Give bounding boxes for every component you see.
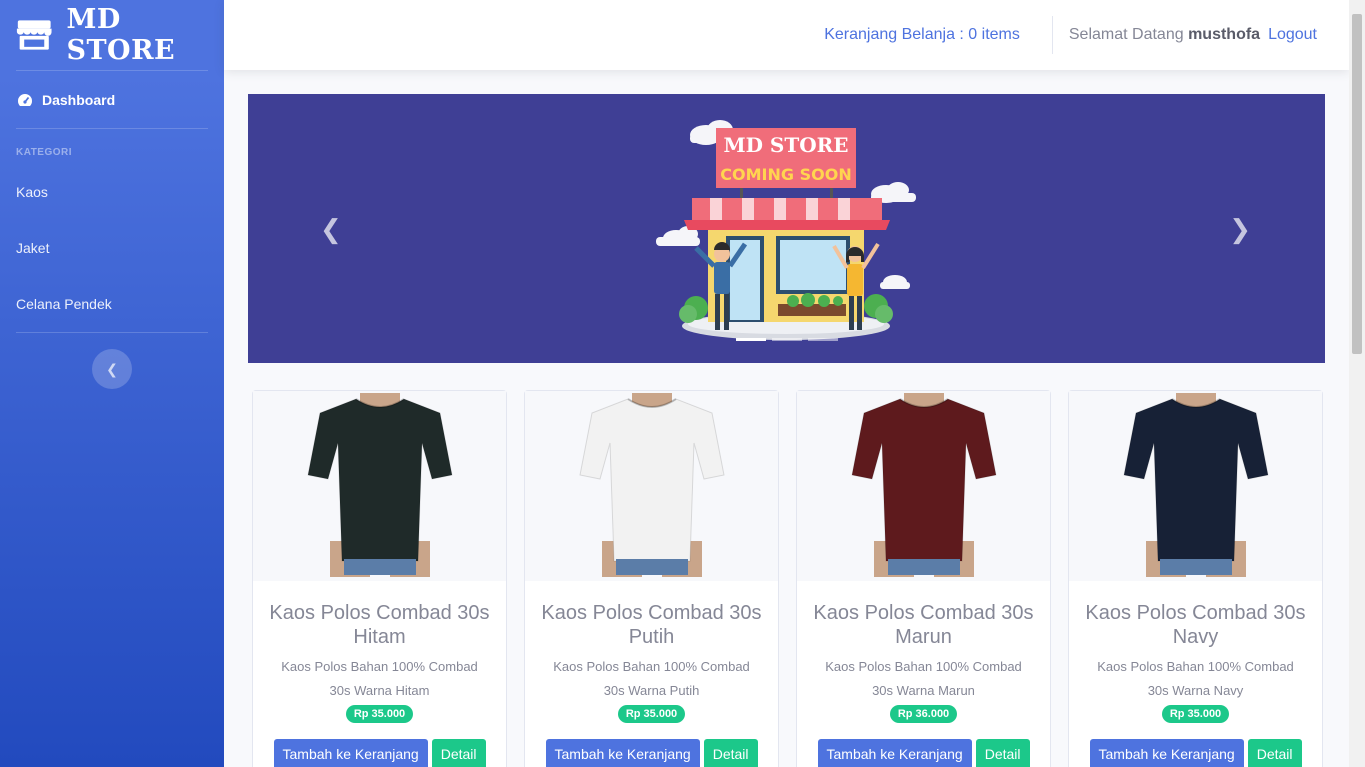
product-card: Kaos Polos Combad 30s Putih Kaos Polos B…	[524, 390, 779, 767]
banner-sign-subtitle: COMING SOON	[720, 165, 851, 184]
add-to-cart-button[interactable]: Tambah ke Keranjang	[273, 739, 428, 767]
carousel-indicator[interactable]	[735, 338, 766, 341]
banner-sign-title: MD STORE	[723, 133, 848, 157]
tachometer-icon	[17, 93, 33, 106]
product-description: Kaos Polos Bahan 100% Combad 30s Warna P…	[553, 659, 750, 698]
sidebar-item-label: Dashboard	[42, 91, 116, 108]
carousel-indicator[interactable]	[771, 338, 802, 341]
store-illustration: MD STORE COMING SOON	[656, 120, 916, 340]
brand[interactable]: MD STORE	[0, 0, 224, 70]
detail-button[interactable]: Detail	[975, 739, 1030, 767]
sidebar-toggle-button[interactable]: ❮	[92, 349, 132, 389]
topbar-divider	[1051, 16, 1053, 54]
sidebar-item-label: Celana Pendek	[16, 296, 112, 312]
logout-link[interactable]: Logout	[1268, 26, 1317, 44]
product-description: Kaos Polos Bahan 100% Combad 30s Warna N…	[1097, 659, 1294, 698]
scrollbar-thumb[interactable]	[1352, 14, 1362, 354]
username: musthofa	[1188, 26, 1261, 43]
product-image	[525, 391, 778, 581]
sidebar-item-jaket[interactable]: Jaket	[0, 220, 224, 276]
product-description: Kaos Polos Bahan 100% Combad 30s Warna M…	[825, 659, 1022, 698]
add-to-cart-button[interactable]: Tambah ke Keranjang	[1089, 739, 1244, 767]
product-image	[797, 391, 1050, 581]
detail-button[interactable]: Detail	[1247, 739, 1302, 767]
brand-name: MD STORE	[66, 4, 176, 66]
store-icon	[16, 20, 52, 50]
price-badge: Rp 35.000	[345, 705, 414, 723]
sidebar-item-celana-pendek[interactable]: Celana Pendek	[0, 276, 224, 332]
product-card: Kaos Polos Combad 30s Navy Kaos Polos Ba…	[1068, 390, 1323, 767]
cart-link[interactable]: Keranjang Belanja : 0 items	[824, 26, 1020, 44]
product-image	[253, 391, 506, 581]
product-description: Kaos Polos Bahan 100% Combad 30s Warna H…	[281, 659, 478, 698]
sidebar-item-label: Kaos	[16, 184, 48, 200]
welcome-prefix: Selamat Datang	[1068, 26, 1184, 43]
product-title: Kaos Polos Combad 30s Hitam	[269, 602, 490, 648]
product-image	[1069, 391, 1322, 581]
tshirt-icon	[306, 393, 453, 577]
product-card: Kaos Polos Combad 30s Hitam Kaos Polos B…	[252, 390, 507, 767]
sidebar-item-label: Jaket	[16, 240, 50, 256]
chevron-left-icon: ❮	[106, 360, 118, 377]
product-card: Kaos Polos Combad 30s Marun Kaos Polos B…	[796, 390, 1051, 767]
sidebar-item-dashboard[interactable]: Dashboard	[0, 71, 224, 128]
price-badge: Rp 36.000	[889, 705, 958, 723]
tshirt-icon	[578, 393, 725, 577]
sidebar-item-kaos[interactable]: Kaos	[0, 164, 224, 220]
tshirt-icon	[1122, 393, 1269, 577]
detail-button[interactable]: Detail	[703, 739, 758, 767]
product-title: Kaos Polos Combad 30s Navy	[1085, 602, 1306, 648]
topbar: Keranjang Belanja : 0 items Selamat Data…	[224, 0, 1349, 70]
product-title: Kaos Polos Combad 30s Marun	[813, 602, 1034, 648]
welcome-text: Selamat Datang musthofa	[1069, 26, 1260, 44]
product-list: Kaos Polos Combad 30s Hitam Kaos Polos B…	[252, 390, 1323, 767]
carousel-indicators	[735, 338, 838, 341]
page-scrollbar[interactable]	[1349, 0, 1365, 767]
carousel-prev-icon[interactable]: ❮	[320, 214, 342, 245]
detail-button[interactable]: Detail	[431, 739, 486, 767]
product-title: Kaos Polos Combad 30s Putih	[541, 602, 762, 648]
sidebar-divider	[16, 332, 208, 333]
add-to-cart-button[interactable]: Tambah ke Keranjang	[545, 739, 700, 767]
add-to-cart-button[interactable]: Tambah ke Keranjang	[817, 739, 972, 767]
price-badge: Rp 35.000	[617, 705, 686, 723]
sidebar: MD STORE Dashboard KATEGORI Kaos Jaket C…	[0, 0, 224, 767]
tshirt-icon	[850, 393, 997, 577]
sidebar-heading: KATEGORI	[16, 147, 73, 158]
banner-carousel: MD STORE COMING SOON ❮ ❯	[248, 94, 1325, 363]
carousel-next-icon[interactable]: ❯	[1229, 214, 1251, 245]
price-badge: Rp 35.000	[1161, 705, 1230, 723]
carousel-indicator[interactable]	[807, 338, 838, 341]
